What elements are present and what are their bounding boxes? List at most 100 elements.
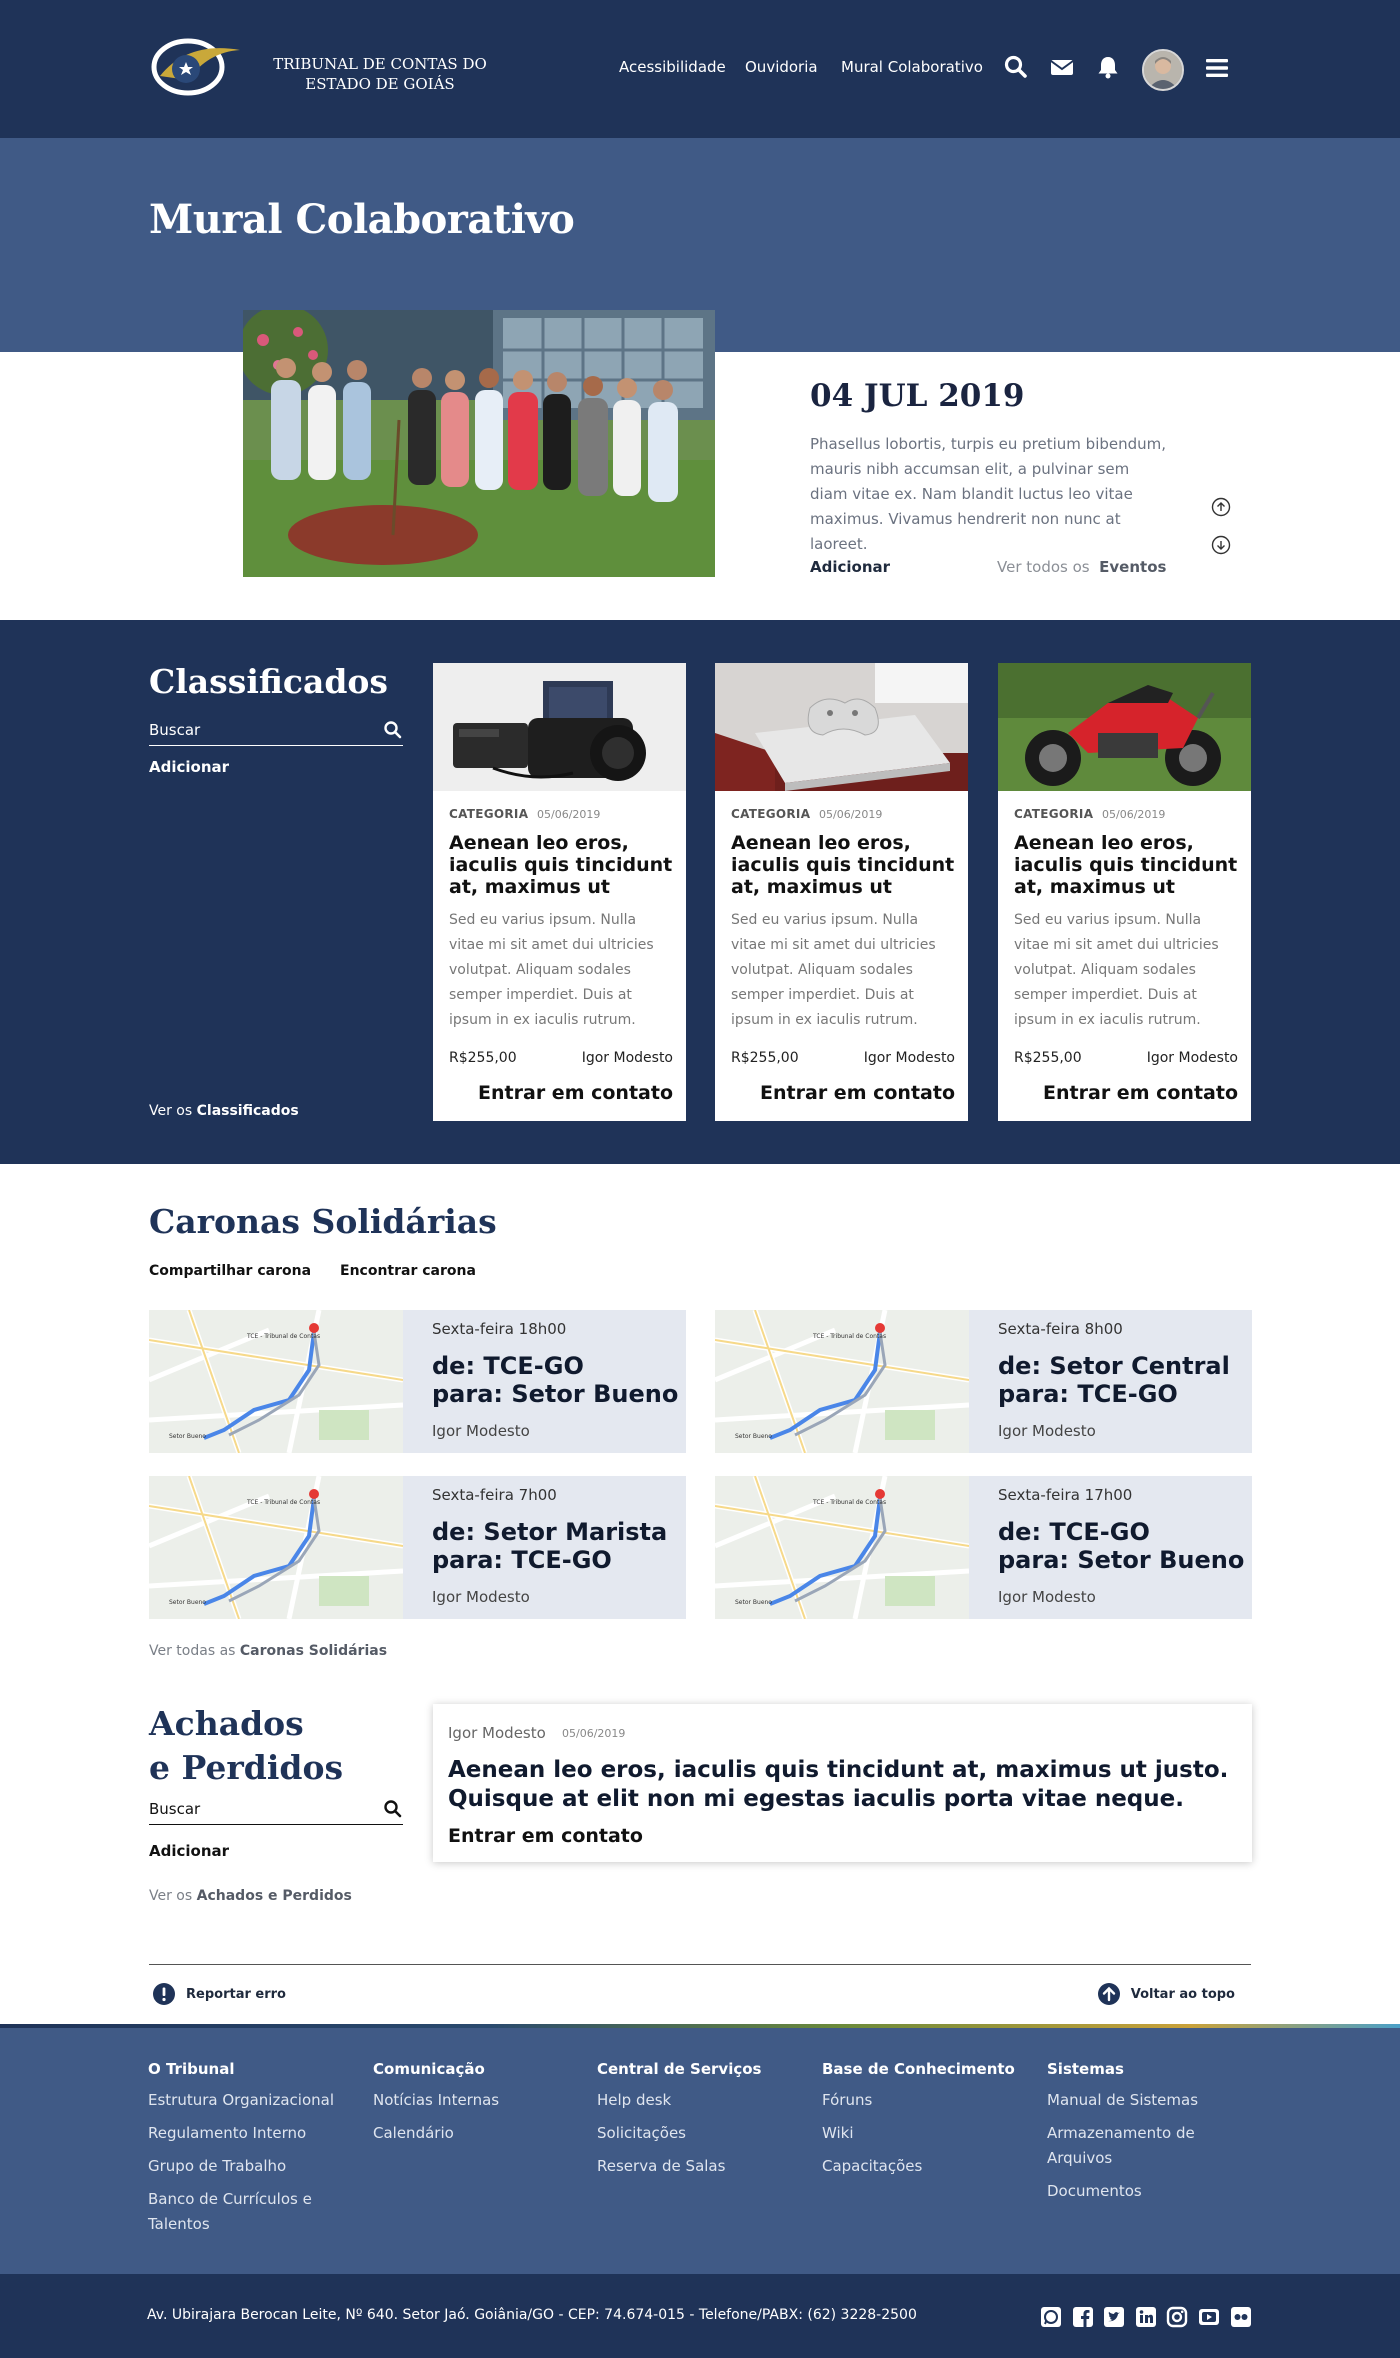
ride-to: para: TCE-GO [432, 1546, 612, 1574]
divider [149, 1964, 1251, 1965]
footer-link[interactable]: Reserva de Salas [597, 2154, 817, 2179]
facebook-icon[interactable] [1072, 2306, 1094, 2328]
achados-title: Achados e Perdidos [149, 1702, 343, 1790]
footer-link[interactable]: Solicitações [597, 2121, 817, 2146]
classificados-title: Classificados [149, 662, 389, 701]
footer-link[interactable]: Capacitações [822, 2154, 1042, 2179]
tce-logo[interactable] [148, 36, 248, 98]
ride-card[interactable]: TCE - Tribunal de Contas Setor Bueno Sex… [149, 1310, 686, 1453]
nav-acessibilidade[interactable]: Acessibilidade [619, 58, 726, 76]
classified-title[interactable]: Aenean leo eros, iaculis quis tincidunt … [449, 832, 677, 898]
arrow-up-icon[interactable] [1211, 497, 1231, 517]
caronas-title: Caronas Solidárias [149, 1202, 497, 1241]
report-error-button[interactable]: Reportar erro [152, 1982, 286, 2006]
footer-heading: Central de Serviços [597, 2060, 762, 2078]
classified-category: CATEGORIA [449, 807, 529, 821]
classified-image-motorcycle[interactable] [998, 663, 1251, 791]
classified-title[interactable]: Aenean leo eros, iaculis quis tincidunt … [731, 832, 959, 898]
footer-link[interactable]: Wiki [822, 2121, 1042, 2146]
footer-link[interactable]: Regulamento Interno [148, 2121, 368, 2146]
nav-ouvidoria[interactable]: Ouvidoria [745, 58, 818, 76]
logo-text[interactable]: TRIBUNAL DE CONTAS DO ESTADO DE GOIÁS [260, 54, 500, 94]
event-photo[interactable] [243, 310, 715, 577]
arrow-down-icon[interactable] [1211, 535, 1231, 555]
classified-card[interactable]: CATEGORIA 05/06/2019 Aenean leo eros, ia… [998, 663, 1251, 1121]
ride-card[interactable]: TCE - Tribunal de Contas Setor Bueno Sex… [149, 1476, 686, 1619]
twitter-icon[interactable] [1103, 2306, 1125, 2328]
classified-card[interactable]: CATEGORIA 05/06/2019 Aenean leo eros, ia… [715, 663, 968, 1121]
see-all-caronas-target[interactable]: Caronas Solidárias [240, 1643, 387, 1659]
bell-icon[interactable] [1095, 54, 1121, 80]
footer-link[interactable]: Notícias Internas [373, 2088, 593, 2113]
classified-date: 05/06/2019 [537, 808, 601, 821]
contact-button[interactable]: Entrar em contato [478, 1082, 673, 1104]
footer-link[interactable]: Fóruns [822, 2088, 1042, 2113]
whatsapp-icon[interactable] [1040, 2306, 1062, 2328]
instagram-icon[interactable] [1166, 2306, 1188, 2328]
avatar[interactable] [1142, 49, 1184, 91]
achados-add-button[interactable]: Adicionar [149, 1842, 229, 1860]
route-map: TCE - Tribunal de Contas Setor Bueno [715, 1310, 969, 1453]
linkedin-icon[interactable] [1135, 2306, 1157, 2328]
classified-price: R$255,00 [449, 1050, 517, 1066]
footer-link[interactable]: Documentos [1047, 2179, 1237, 2204]
tab-compartilhar-carona[interactable]: Compartilhar carona [149, 1263, 311, 1279]
see-all-achados-link[interactable]: Ver os Achados e Perdidos [149, 1888, 352, 1904]
see-all-achados-target[interactable]: Achados e Perdidos [197, 1888, 352, 1904]
ride-driver: Igor Modesto [432, 1588, 530, 1606]
see-all-events-target[interactable]: Eventos [1099, 558, 1166, 576]
see-all-caronas-link[interactable]: Ver todas as Caronas Solidárias [149, 1643, 387, 1659]
flickr-icon[interactable] [1230, 2306, 1252, 2328]
ride-time: Sexta-feira 17h00 [998, 1486, 1133, 1504]
footer-link[interactable]: Armazenamento de Arquivos [1047, 2121, 1237, 2171]
contact-button[interactable]: Entrar em contato [760, 1082, 955, 1104]
footer-heading: Base de Conhecimento [822, 2060, 1015, 2078]
tab-encontrar-carona[interactable]: Encontrar carona [340, 1263, 476, 1279]
search-icon[interactable] [383, 1799, 403, 1819]
mail-icon[interactable] [1049, 54, 1075, 80]
footer-link[interactable]: Help desk [597, 2088, 817, 2113]
ride-card[interactable]: TCE - Tribunal de Contas Setor Bueno Sex… [715, 1310, 1252, 1453]
classified-image-game-console[interactable] [715, 663, 968, 791]
classificados-search-input[interactable] [149, 718, 369, 742]
event-description: Phasellus lobortis, turpis eu pretium bi… [810, 435, 1167, 553]
site-header: TRIBUNAL DE CONTAS DO ESTADO DE GOIÁS Ac… [0, 0, 1400, 138]
lost-item-card[interactable]: Igor Modesto 05/06/2019 Aenean leo eros,… [433, 1704, 1252, 1862]
back-to-top-button[interactable]: Voltar ao topo [1097, 1982, 1235, 2006]
footer-link[interactable]: Manual de Sistemas [1047, 2088, 1237, 2113]
route-map: TCE - Tribunal de Contas Setor Bueno [715, 1476, 969, 1619]
svg-text:TCE - Tribunal de Contas: TCE - Tribunal de Contas [812, 1333, 886, 1340]
mural-add-button[interactable]: Adicionar [810, 558, 890, 576]
achados-search-input[interactable] [149, 1797, 369, 1821]
achados-title-line1: Achados [149, 1704, 304, 1743]
youtube-icon[interactable] [1198, 2306, 1220, 2328]
arrow-up-circle-icon [1097, 1983, 1120, 2005]
see-all-classificados-link[interactable]: Ver os Classificados [149, 1103, 299, 1119]
ride-card[interactable]: TCE - Tribunal de Contas Setor Bueno Sex… [715, 1476, 1252, 1619]
footer-heading: O Tribunal [148, 2060, 235, 2078]
footer-link[interactable]: Grupo de Trabalho [148, 2154, 368, 2179]
event-date: 04 JUL 2019 [810, 378, 1025, 414]
footer-link[interactable]: Banco de Currículos e Talentos [148, 2187, 328, 2237]
search-icon[interactable] [383, 720, 403, 740]
footer-link[interactable]: Estrutura Organizacional [148, 2088, 368, 2113]
menu-icon[interactable] [1204, 55, 1230, 81]
classificados-add-button[interactable]: Adicionar [149, 758, 229, 776]
see-all-events-link[interactable]: Ver todos os Eventos [997, 558, 1166, 576]
see-all-classificados-target[interactable]: Classificados [197, 1103, 299, 1119]
footer-column-comunicacao: Comunicação Notícias Internas Calendário [373, 2060, 593, 2154]
classified-image-camera[interactable] [433, 663, 686, 791]
classified-card[interactable]: CATEGORIA 05/06/2019 Aenean leo eros, ia… [433, 663, 686, 1121]
nav-mural-colaborativo[interactable]: Mural Colaborativo [841, 58, 983, 76]
contact-button[interactable]: Entrar em contato [448, 1825, 643, 1847]
contact-button[interactable]: Entrar em contato [1043, 1082, 1238, 1104]
route-map: TCE - Tribunal de Contas Setor Bueno [149, 1476, 403, 1619]
lost-item-author: Igor Modesto [448, 1724, 546, 1742]
footer-link[interactable]: Calendário [373, 2121, 593, 2146]
classified-title[interactable]: Aenean leo eros, iaculis quis tincidunt … [1014, 832, 1242, 898]
achados-search [149, 1797, 403, 1825]
classificados-search [149, 718, 403, 746]
footer-heading: Sistemas [1047, 2060, 1124, 2078]
search-icon[interactable] [1003, 54, 1029, 80]
ride-driver: Igor Modesto [432, 1422, 530, 1440]
